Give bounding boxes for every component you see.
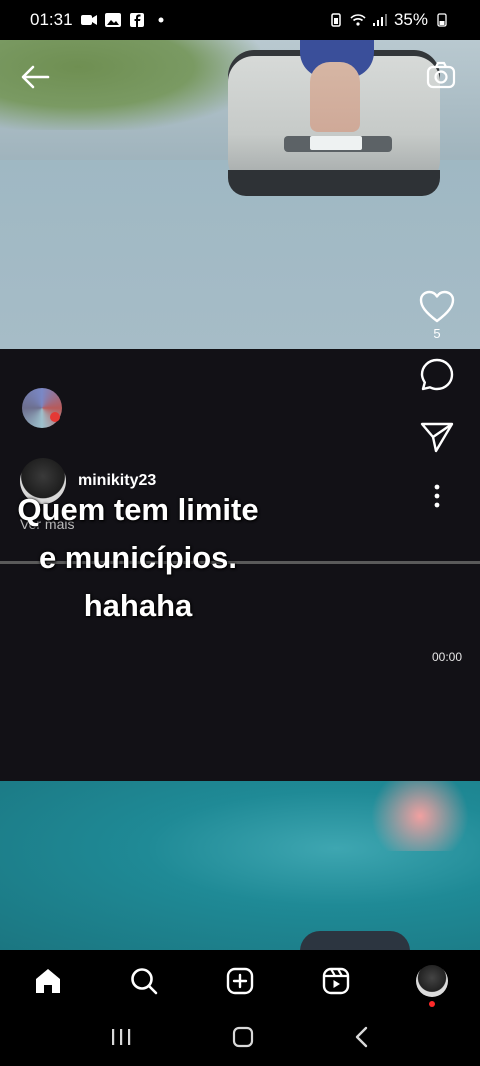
chevron-left-icon[interactable] xyxy=(354,1026,370,1048)
nav-search[interactable] xyxy=(120,957,168,1005)
more-action[interactable] xyxy=(432,483,442,509)
video-object xyxy=(300,931,410,950)
wifi-icon xyxy=(350,14,366,26)
battery-icon xyxy=(437,13,447,27)
status-left: 01:31 xyxy=(30,10,169,30)
share-action[interactable] xyxy=(420,421,454,453)
nav-home[interactable] xyxy=(24,957,72,1005)
battery-saver-icon xyxy=(331,13,341,27)
like-count: 5 xyxy=(433,326,441,341)
bottom-navigation xyxy=(0,950,480,1012)
video-frame-bottom[interactable] xyxy=(0,781,480,950)
heart-icon[interactable] xyxy=(419,290,455,324)
dot-icon xyxy=(158,17,164,23)
recents-button[interactable] xyxy=(110,1027,132,1052)
like-action[interactable]: 5 xyxy=(419,290,455,341)
action-rail: 5 xyxy=(412,290,462,509)
profile-notification-dot xyxy=(429,1001,435,1007)
nav-profile[interactable] xyxy=(408,957,456,1007)
video-frame-top[interactable] xyxy=(0,40,480,349)
arrow-left-icon xyxy=(21,65,50,89)
home-square-icon[interactable] xyxy=(232,1026,254,1048)
more-vertical-icon[interactable] xyxy=(432,483,442,509)
reel-viewer[interactable]: 5 minikity23 Ver mais Quem tem limite e … xyxy=(0,40,480,950)
back-button[interactable] xyxy=(18,60,52,94)
comment-action[interactable] xyxy=(419,357,455,393)
recents-icon[interactable] xyxy=(110,1027,132,1047)
profile-avatar[interactable] xyxy=(416,965,448,997)
plus-square-icon[interactable] xyxy=(225,966,255,996)
video-call-icon xyxy=(80,15,97,25)
home-icon[interactable] xyxy=(33,966,63,996)
video-caption: Quem tem limite e municípios. hahaha xyxy=(0,486,276,630)
reels-icon[interactable] xyxy=(321,966,351,996)
live-dot xyxy=(50,412,60,422)
search-icon[interactable] xyxy=(129,966,159,996)
car-bumper xyxy=(228,170,440,196)
caption-line-1: Quem tem limite xyxy=(17,492,259,527)
send-icon[interactable] xyxy=(420,421,454,453)
video-person-legs xyxy=(310,62,360,132)
camera-icon xyxy=(426,61,456,89)
car-plate xyxy=(310,136,362,150)
signal-icon xyxy=(372,14,387,26)
caption-line-3: hahaha xyxy=(83,588,193,623)
status-bar: 01:31 35% xyxy=(0,0,480,40)
nav-reels[interactable] xyxy=(312,957,360,1005)
back-system-button[interactable] xyxy=(354,1026,370,1053)
status-right: 35% xyxy=(328,10,450,30)
caption-line-2: e municípios. xyxy=(38,540,238,575)
nav-create[interactable] xyxy=(216,957,264,1005)
audio-avatar[interactable] xyxy=(22,388,62,428)
video-timestamp: 00:00 xyxy=(431,650,462,664)
facebook-icon xyxy=(129,13,144,27)
video-glow xyxy=(360,781,480,851)
status-time: 01:31 xyxy=(30,10,73,29)
comment-icon[interactable] xyxy=(419,357,455,393)
camera-button[interactable] xyxy=(424,58,458,92)
battery-percentage: 35% xyxy=(393,10,428,29)
system-navigation xyxy=(0,1012,480,1066)
gallery-icon xyxy=(104,13,121,27)
home-system-button[interactable] xyxy=(232,1026,254,1053)
